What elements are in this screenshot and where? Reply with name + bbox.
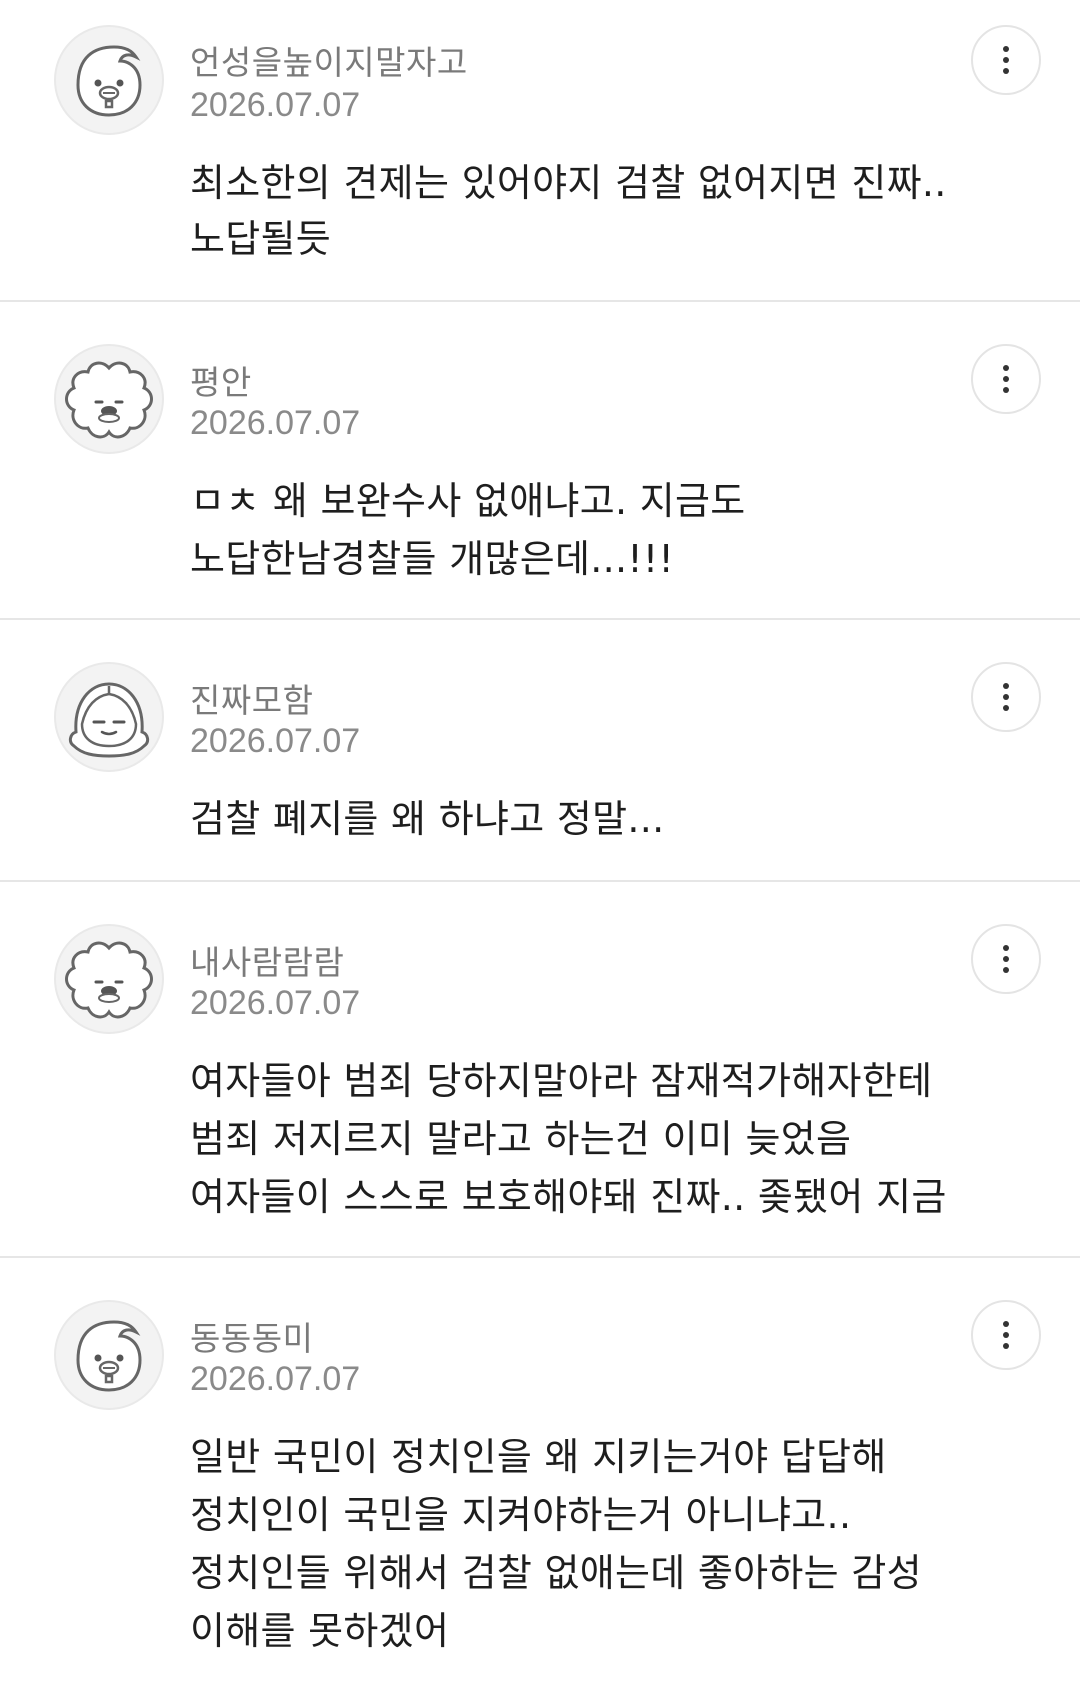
more-options-button[interactable] bbox=[971, 25, 1041, 95]
more-vertical-icon bbox=[1003, 683, 1009, 711]
comment-item: 언성을높이지말자고 2026.07.07 최소한의 견제는 있어야지 검찰 없어… bbox=[0, 0, 1080, 302]
comment-text-line: 이해를 못하겠어 bbox=[190, 1609, 450, 1653]
more-vertical-icon bbox=[1003, 365, 1009, 393]
fluffy-dog-avatar-icon bbox=[65, 361, 153, 439]
comment-date: 2026.07.07 bbox=[190, 404, 361, 442]
comment-text-line: 여자들이 스스로 보호해야돼 진짜.. 좆됐어 지금 bbox=[190, 1175, 947, 1219]
comment-text-line: 여자들아 범죄 당하지말아라 잠재적가해자한테 bbox=[190, 1059, 933, 1103]
comment-text-line: 검찰 폐지를 왜 하냐고 정말... bbox=[190, 797, 665, 841]
avatar[interactable] bbox=[54, 662, 164, 772]
more-vertical-icon bbox=[1003, 1321, 1009, 1349]
comment-nickname[interactable]: 진짜모함 bbox=[190, 674, 313, 722]
round-face-avatar-icon bbox=[76, 45, 142, 117]
comment-nickname[interactable]: 평안 bbox=[190, 356, 252, 404]
comment-text-line: 노답한남경찰들 개많은데...!!! bbox=[190, 537, 674, 581]
avatar[interactable] bbox=[54, 25, 164, 135]
avatar[interactable] bbox=[54, 1300, 164, 1410]
more-vertical-icon bbox=[1003, 46, 1009, 74]
comment-text-line: ㅁㅊ 왜 보완수사 없애냐고. 지금도 bbox=[190, 479, 746, 523]
comment-text-line: 최소한의 견제는 있어야지 검찰 없어지면 진짜.. bbox=[190, 161, 947, 205]
round-face-avatar-icon bbox=[76, 1320, 142, 1392]
comment-date: 2026.07.07 bbox=[190, 722, 361, 760]
avatar[interactable] bbox=[54, 344, 164, 454]
comment-item: 평안 2026.07.07 ㅁㅊ 왜 보완수사 없애냐고. 지금도 노답한남경찰… bbox=[0, 302, 1080, 620]
comment-item: 동동동미 2026.07.07 일반 국민이 정치인을 왜 지키는거야 답답해 … bbox=[0, 1258, 1080, 1685]
comment-item: 진짜모함 2026.07.07 검찰 폐지를 왜 하냐고 정말... bbox=[0, 620, 1080, 882]
more-options-button[interactable] bbox=[971, 924, 1041, 994]
comment-nickname[interactable]: 동동동미 bbox=[190, 1312, 313, 1360]
fluffy-dog-avatar-icon bbox=[65, 941, 153, 1019]
more-options-button[interactable] bbox=[971, 1300, 1041, 1370]
comment-date: 2026.07.07 bbox=[190, 984, 361, 1022]
more-options-button[interactable] bbox=[971, 344, 1041, 414]
comment-text-line: 범죄 저지르지 말라고 하는건 이미 늦었음 bbox=[190, 1117, 852, 1161]
comment-date: 2026.07.07 bbox=[190, 1360, 361, 1398]
comment-item: 내사람람람 2026.07.07 여자들아 범죄 당하지말아라 잠재적가해자한테… bbox=[0, 882, 1080, 1258]
avatar[interactable] bbox=[54, 924, 164, 1034]
comment-nickname[interactable]: 내사람람람 bbox=[190, 936, 344, 984]
comment-text-line: 정치인들 위해서 검찰 없애는데 좋아하는 감성 bbox=[190, 1551, 922, 1595]
hooded-sleepy-avatar-icon bbox=[68, 682, 150, 758]
more-options-button[interactable] bbox=[971, 662, 1041, 732]
comment-text-line: 일반 국민이 정치인을 왜 지키는거야 답답해 bbox=[190, 1435, 887, 1479]
more-vertical-icon bbox=[1003, 945, 1009, 973]
comment-date: 2026.07.07 bbox=[190, 86, 361, 124]
comment-text-line: 정치인이 국민을 지켜야하는거 아니냐고.. bbox=[190, 1493, 852, 1537]
comment-nickname[interactable]: 언성을높이지말자고 bbox=[190, 36, 468, 84]
comment-text-line: 노답될듯 bbox=[190, 217, 332, 261]
